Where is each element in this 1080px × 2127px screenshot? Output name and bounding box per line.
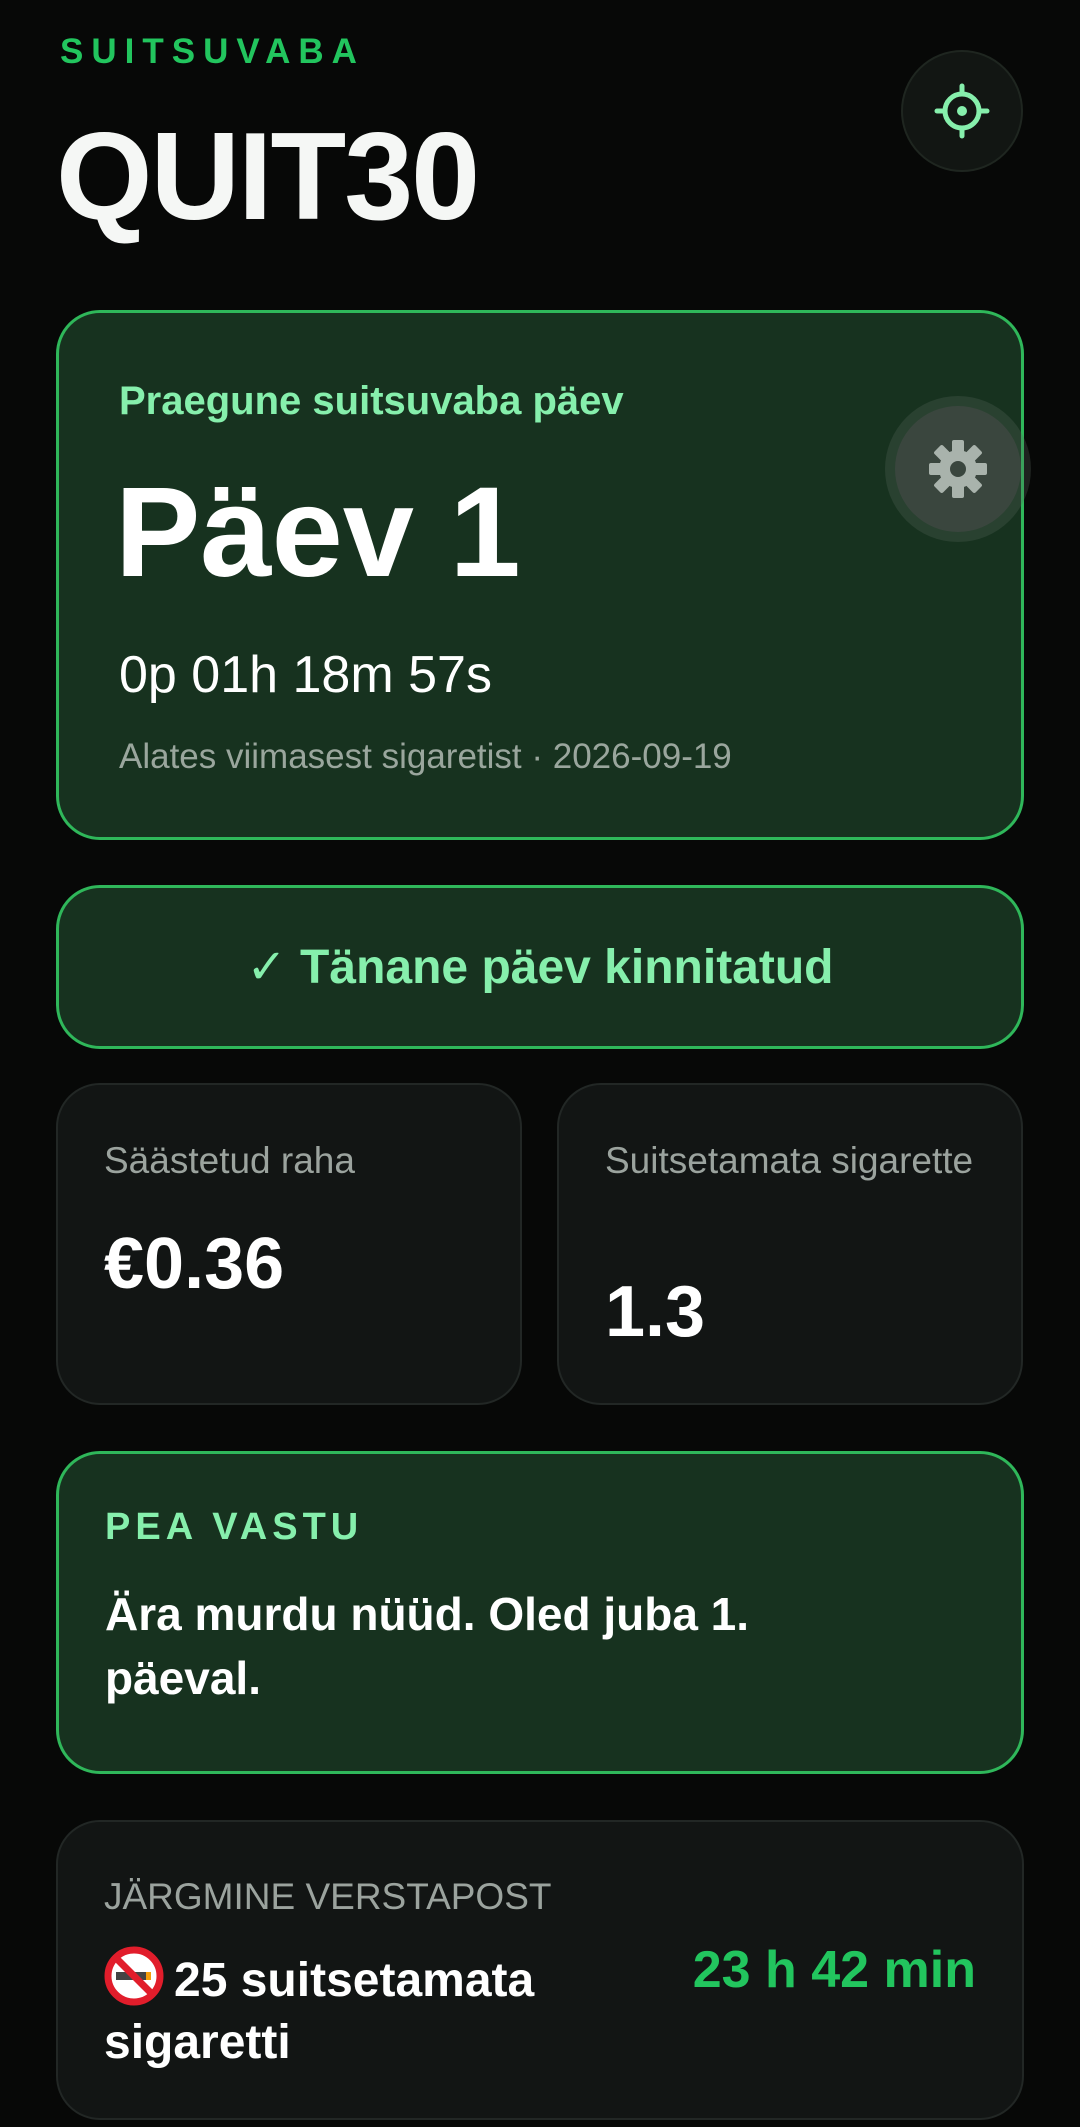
app-title: QUIT30	[56, 108, 480, 246]
motivation-card: PEA VASTU Ära murdu nüüd. Oled juba 1. p…	[56, 1451, 1024, 1774]
streak-settings-button[interactable]	[895, 406, 1021, 532]
milestone-name-row: 25 suitsetamata sigaretti	[104, 1946, 604, 2074]
milestone-time-remaining: 23 h 42 min	[692, 1941, 976, 1999]
streak-day: Päev 1	[115, 461, 521, 604]
streak-label: Praegune suitsuvaba päev	[119, 379, 624, 423]
settings-icon	[934, 83, 990, 139]
brand-subtitle: SUITSUVABA	[60, 32, 365, 71]
money-saved-card: Säästetud raha €0.36	[56, 1083, 522, 1405]
settings-button[interactable]	[901, 50, 1023, 172]
gear-icon	[929, 440, 987, 498]
motivation-text: Ära murdu nüüd. Oled juba 1. päeval.	[105, 1588, 750, 1704]
cigarettes-not-smoked-label: Suitsetamata sigarette	[605, 1140, 974, 1181]
day-confirmed-button[interactable]: ✓ Tänane päev kinnitatud	[56, 885, 1024, 1049]
streak-since: Alates viimasest sigaretist · 2026-09-19	[119, 737, 732, 776]
day-confirmed-label: ✓ Tänane päev kinnitatud	[246, 941, 834, 994]
next-milestone-card: JÄRGMINE VERSTAPOST 25 suitsetamata siga…	[56, 1820, 1024, 2120]
cigarettes-not-smoked-value: 1.3	[605, 1272, 706, 1352]
milestone-name: 25 suitsetamata sigaretti	[104, 1954, 535, 2069]
streak-card: Praegune suitsuvaba päev Päev 1 0p 01h 1…	[56, 310, 1024, 840]
motivation-label: PEA VASTU	[105, 1506, 364, 1548]
money-saved-label: Säästetud raha	[104, 1140, 355, 1181]
milestone-label: JÄRGMINE VERSTAPOST	[104, 1876, 552, 1917]
cigarettes-not-smoked-card: Suitsetamata sigarette 1.3	[557, 1083, 1023, 1405]
no-smoking-icon	[104, 1946, 164, 2006]
money-saved-value: €0.36	[104, 1224, 285, 1304]
streak-timer: 0p 01h 18m 57s	[119, 646, 492, 704]
